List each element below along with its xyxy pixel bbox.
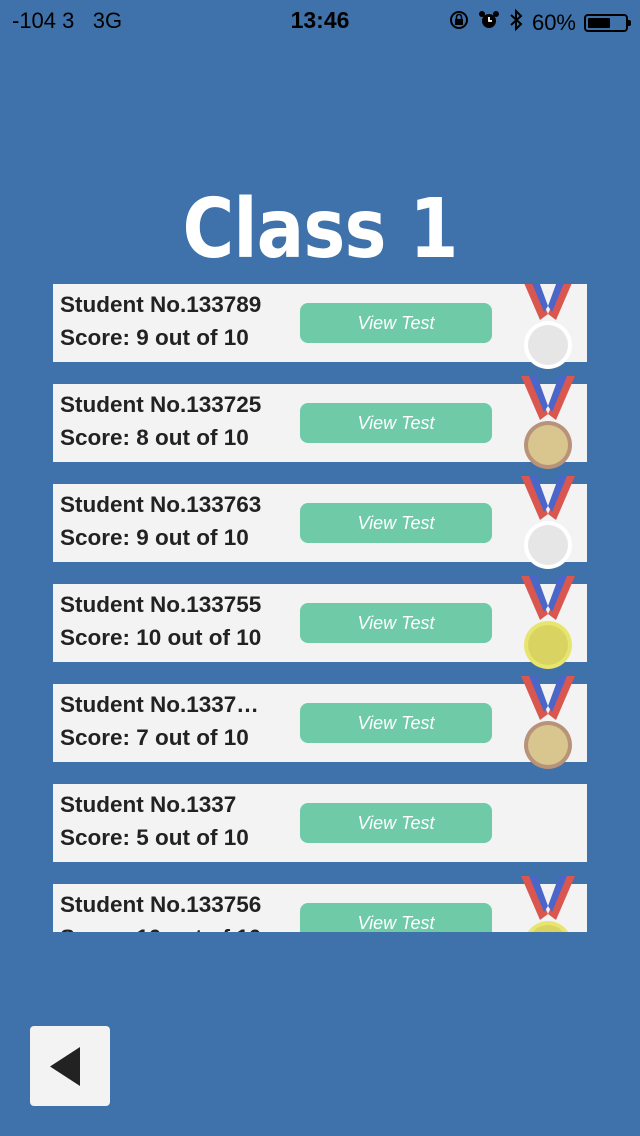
student-number: Student No.133763: [60, 492, 262, 517]
student-score: Score: 7 out of 10: [60, 725, 249, 750]
back-button[interactable]: [30, 1026, 110, 1106]
view-test-button[interactable]: View Test: [300, 403, 492, 443]
student-score: Score: 10 out of 10: [60, 925, 261, 932]
bronze-medal-icon: [521, 376, 575, 469]
view-test-button[interactable]: View Test: [300, 303, 492, 343]
gold-medal-icon: [521, 876, 575, 932]
student-number: Student No.133725: [60, 392, 262, 417]
rotation-lock-icon: [448, 9, 470, 37]
view-test-button[interactable]: View Test: [300, 803, 492, 843]
result-row: Student No.1337… Score: 7 out of 10 View T…: [53, 676, 587, 769]
results-list[interactable]: Student No.133789 Score: 9 out of 10 View …: [53, 284, 587, 932]
student-score: Score: 9 out of 10: [60, 325, 249, 350]
result-row: Student No.133755 Score: 10 out of 10 View…: [53, 576, 587, 669]
silver-medal-icon: [521, 476, 575, 569]
status-icons: 60%: [448, 8, 631, 38]
student-score: Score: 9 out of 10: [60, 525, 249, 550]
view-test-button[interactable]: View Test: [300, 703, 492, 743]
result-row: Student No.133725 Score: 8 out of 10 View …: [53, 376, 587, 469]
battery-percent: 60%: [531, 10, 576, 35]
bluetooth-icon: [508, 8, 524, 38]
student-number: Student No.133755: [60, 592, 262, 617]
student-score: Score: 5 out of 10: [60, 825, 249, 850]
battery-icon: [584, 14, 631, 32]
result-row: Student No.133756 Score: 10 out of 10 View…: [53, 876, 587, 932]
gold-medal-icon: [521, 576, 575, 669]
student-number: Student No.133789: [60, 292, 262, 317]
view-test-button[interactable]: View Test: [300, 503, 492, 543]
view-test-button[interactable]: View Test: [300, 603, 492, 643]
status-bar: -104 3 3G 13:46 60%: [0, 0, 640, 40]
student-number: Student No.133756: [60, 892, 262, 917]
alarm-icon: [478, 9, 500, 37]
view-test-button[interactable]: View Test: [300, 903, 492, 932]
back-triangle-icon: [50, 1047, 80, 1086]
student-score: Score: 10 out of 10: [60, 625, 262, 650]
result-row: Student No.1337 Score: 5 out of 10 View Te…: [53, 784, 587, 862]
student-score: Score: 8 out of 10: [60, 425, 249, 450]
silver-medal-icon: [524, 284, 572, 369]
result-row: Student No.133789 Score: 9 out of 10 View …: [53, 284, 587, 369]
student-number: Student No.1337…: [60, 692, 259, 717]
bronze-medal-icon: [521, 676, 575, 769]
student-number: Student No.1337: [60, 792, 237, 817]
result-row: Student No.133763 Score: 9 out of 10 View …: [53, 476, 587, 569]
